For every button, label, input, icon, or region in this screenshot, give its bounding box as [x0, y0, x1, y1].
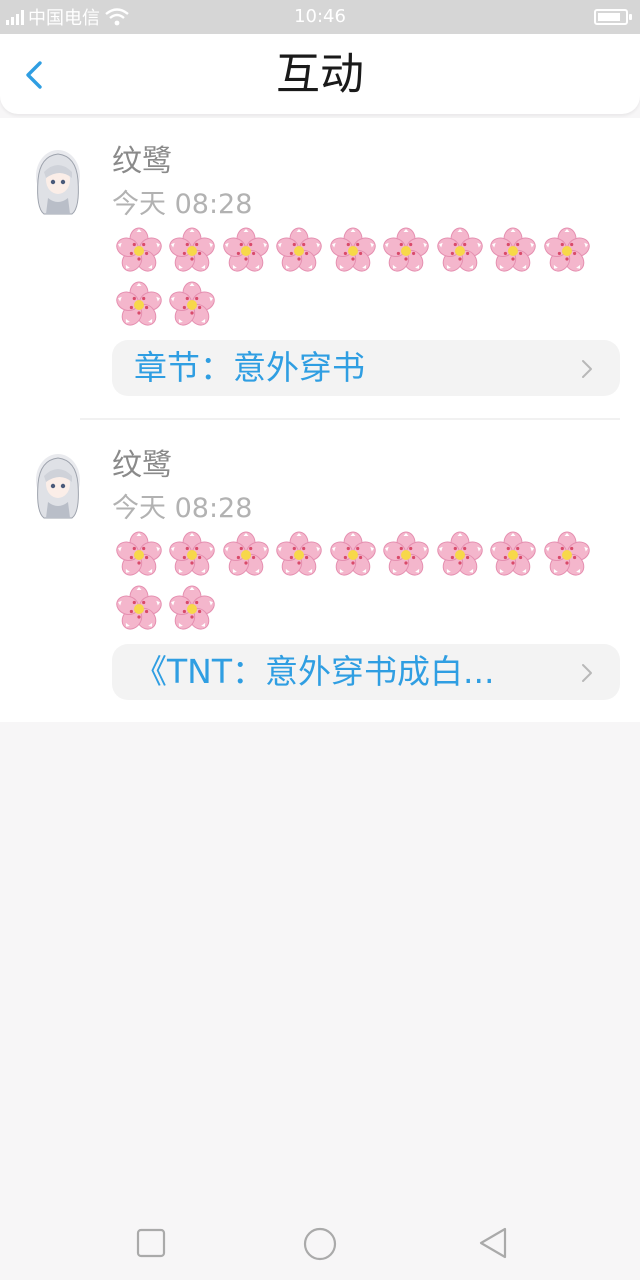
cherry-blossom-emoji	[166, 278, 220, 332]
cherry-blossom-emoji	[380, 528, 434, 582]
comment-content	[112, 528, 612, 636]
cherry-blossom-emoji	[326, 224, 380, 278]
cherry-blossom-emoji	[112, 224, 166, 278]
status-time: 10:46	[294, 6, 346, 27]
cherry-blossom-emoji	[219, 528, 273, 582]
chapter-link-button[interactable]: 章节：意外穿书	[112, 340, 620, 396]
cherry-blossom-emoji	[273, 224, 327, 278]
cherry-blossom-emoji	[219, 224, 273, 278]
cherry-blossom-emoji	[112, 278, 166, 332]
cherry-blossom-emoji	[326, 528, 380, 582]
cherry-blossom-emoji	[273, 528, 327, 582]
username: 纹鹭	[112, 448, 172, 483]
cherry-blossom-emoji	[112, 582, 166, 636]
cherry-blossom-emoji	[380, 224, 434, 278]
chapter-link-label: 《TNT：意外穿书成白...	[134, 652, 495, 691]
avatar[interactable]	[30, 450, 86, 520]
status-bar: 中国电信 10:46	[0, 0, 640, 34]
cherry-blossom-emoji	[540, 224, 594, 278]
system-navbar	[0, 1208, 640, 1280]
app-header: 互动	[0, 34, 640, 114]
battery-icon	[594, 9, 632, 25]
timestamp: 今天 08:28	[112, 493, 253, 524]
square-icon[interactable]	[136, 1228, 166, 1258]
cherry-blossom-emoji	[487, 528, 541, 582]
chevron-right-icon	[582, 360, 592, 378]
list-item: 纹鹭 今天 08:28 章节：意外穿书	[0, 118, 640, 420]
cherry-blossom-emoji	[166, 582, 220, 636]
timestamp: 今天 08:28	[112, 189, 253, 220]
cherry-blossom-emoji	[166, 224, 220, 278]
cherry-blossom-emoji	[112, 528, 166, 582]
chapter-link-button[interactable]: 《TNT：意外穿书成白...	[112, 644, 620, 700]
page-title: 互动	[276, 49, 364, 100]
chapter-link-label: 章节：意外穿书	[134, 348, 365, 387]
battery-level	[598, 13, 620, 21]
circle-icon[interactable]	[302, 1226, 338, 1262]
cherry-blossom-emoji	[166, 528, 220, 582]
triangle-back-icon[interactable]	[476, 1226, 510, 1260]
cherry-blossom-emoji	[487, 224, 541, 278]
username: 纹鹭	[112, 144, 172, 179]
cherry-blossom-emoji	[540, 528, 594, 582]
cherry-blossom-emoji	[433, 528, 487, 582]
cherry-blossom-emoji	[433, 224, 487, 278]
divider	[80, 418, 620, 420]
avatar[interactable]	[30, 146, 86, 216]
list-item: 纹鹭 今天 08:28 《TNT：意外穿书成白...	[0, 422, 640, 724]
comment-content	[112, 224, 612, 332]
chevron-right-icon	[582, 664, 592, 682]
interaction-list: 纹鹭 今天 08:28 章节：意外穿书 纹鹭 今天 08:28 《TNT：意外穿…	[0, 118, 640, 722]
